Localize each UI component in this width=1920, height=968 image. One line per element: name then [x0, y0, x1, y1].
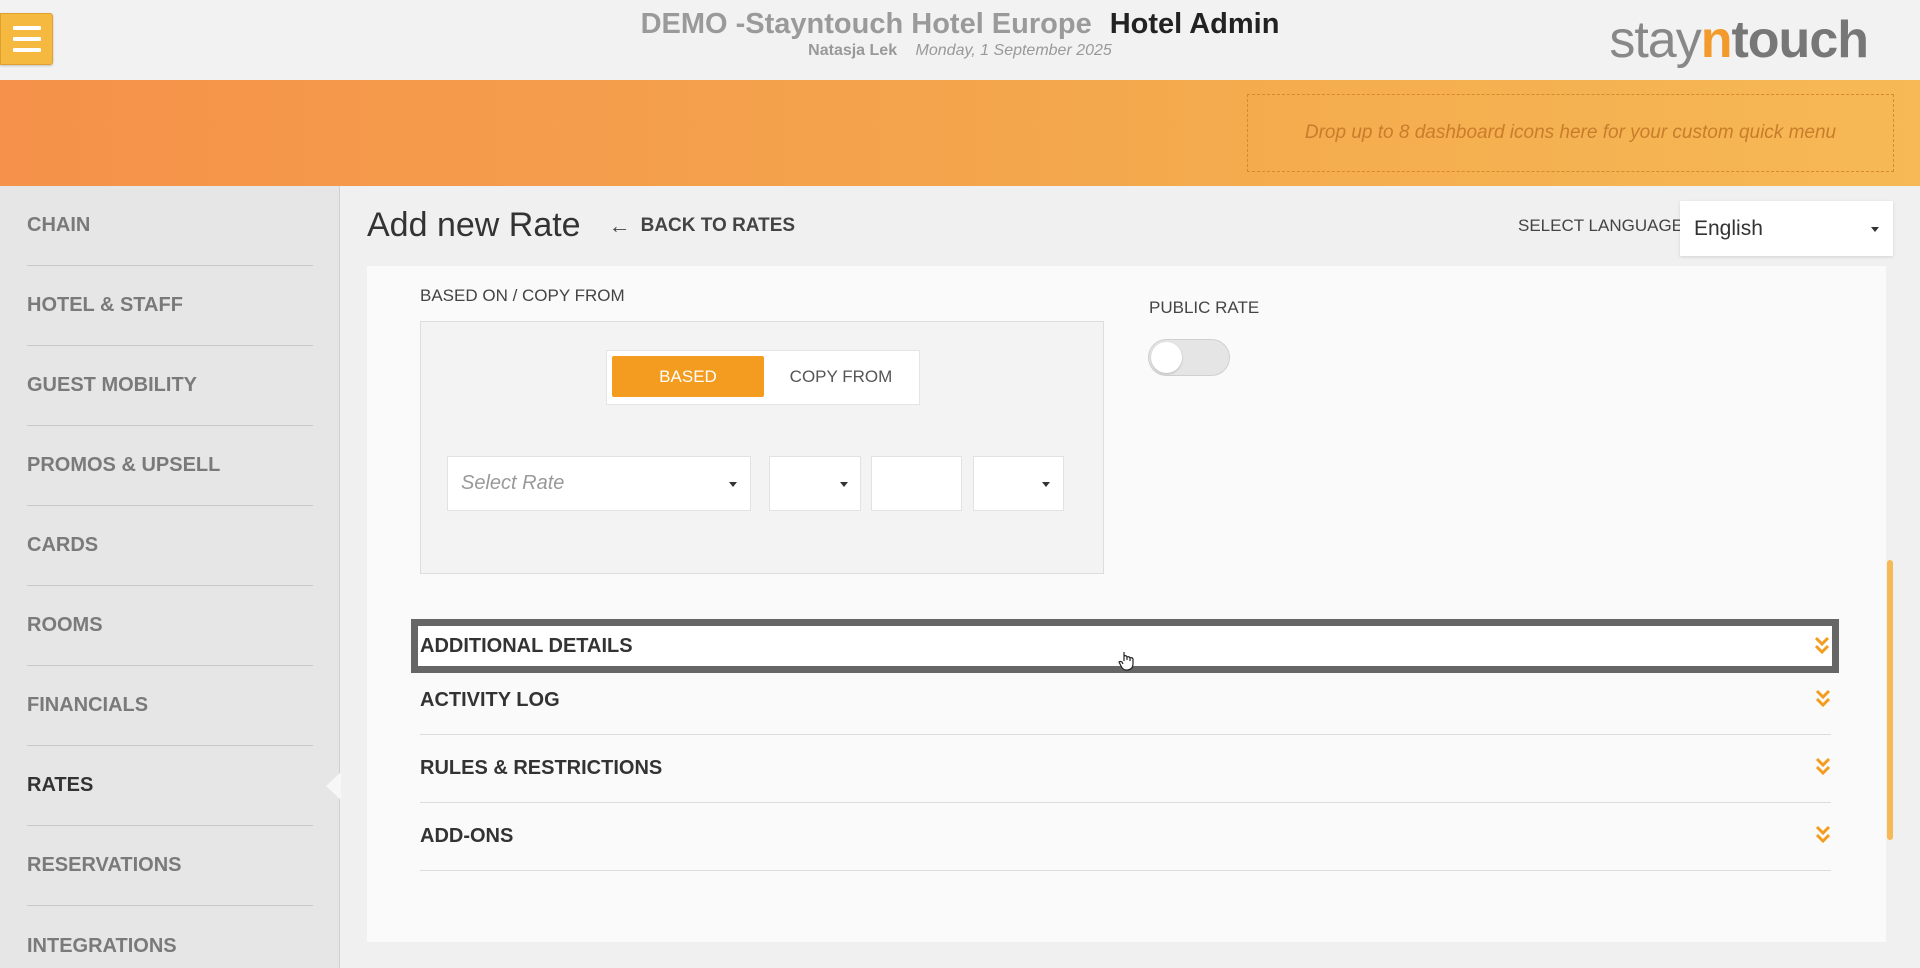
- public-rate-toggle[interactable]: [1148, 339, 1230, 376]
- accordion-label: ACTIVITY LOG: [420, 689, 560, 711]
- select-rate-placeholder: Select Rate: [461, 472, 565, 494]
- hand-cursor-icon: [1118, 652, 1134, 671]
- sidebar-item-chain[interactable]: CHAIN: [27, 186, 313, 266]
- double-chevron-down-icon: [1815, 825, 1831, 844]
- hotel-name: DEMO -Stayntouch Hotel Europe: [640, 8, 1092, 40]
- caret-down-icon: [729, 482, 737, 487]
- accordion-add-ons[interactable]: ADD-ONS: [420, 803, 1831, 871]
- amount-type-dropdown[interactable]: [973, 456, 1064, 511]
- sidebar-item-reservations[interactable]: RESERVATIONS: [27, 826, 313, 906]
- based-on-label: BASED ON / COPY FROM: [420, 286, 625, 305]
- based-button[interactable]: BASED: [612, 356, 764, 397]
- back-to-rates-label: BACK TO RATES: [640, 214, 796, 236]
- select-rate-dropdown[interactable]: Select Rate: [447, 456, 751, 511]
- scrollbar-thumb[interactable]: [1887, 560, 1893, 840]
- sidebar-item-financials[interactable]: FINANCIALS: [27, 666, 313, 746]
- back-to-rates-link[interactable]: ← BACK TO RATES: [609, 213, 795, 239]
- language-value: English: [1694, 216, 1763, 240]
- accordion-label: ADD-ONS: [420, 825, 514, 847]
- sidebar: CHAIN HOTEL & STAFF GUEST MOBILITY PROMO…: [0, 186, 341, 968]
- stayntouch-logo: stayntouch: [1609, 11, 1869, 69]
- language-select[interactable]: English: [1680, 201, 1893, 256]
- based-copy-toggle: BASED COPY FROM: [606, 350, 920, 405]
- page-title: Add new Rate: [367, 206, 581, 244]
- caret-down-icon: [840, 482, 848, 487]
- app-name: Hotel Admin: [1109, 8, 1280, 40]
- sidebar-item-rooms[interactable]: ROOMS: [27, 586, 313, 666]
- sidebar-item-hotel-staff[interactable]: HOTEL & STAFF: [27, 266, 313, 346]
- sidebar-item-rates[interactable]: RATES: [27, 746, 313, 826]
- business-date: Monday, 1 September 2025: [915, 42, 1112, 59]
- quick-menu-bar: Drop up to 8 dashboard icons here for yo…: [0, 80, 1920, 186]
- accordion-label: ADDITIONAL DETAILS: [420, 634, 633, 657]
- active-item-pointer: [326, 772, 341, 800]
- double-chevron-down-icon: [1815, 689, 1831, 708]
- operator-dropdown[interactable]: [769, 456, 861, 511]
- sidebar-item-promos-upsell[interactable]: PROMOS & UPSELL: [27, 426, 313, 506]
- accordion-label: RULES & RESTRICTIONS: [420, 757, 663, 779]
- sidebar-item-cards[interactable]: CARDS: [27, 506, 313, 586]
- public-rate-label: PUBLIC RATE: [1149, 298, 1260, 317]
- select-language-label: SELECT LANGUAGE: [1518, 216, 1684, 235]
- sidebar-item-integrations[interactable]: INTEGRATIONS: [27, 906, 313, 968]
- main-panel: Add new Rate ← BACK TO RATES SELECT LANG…: [341, 186, 1920, 968]
- caret-down-icon: [1871, 227, 1879, 232]
- accordion-rules-restrictions[interactable]: RULES & RESTRICTIONS: [420, 735, 1831, 803]
- caret-down-icon: [1042, 482, 1050, 487]
- toggle-knob: [1151, 342, 1182, 373]
- double-chevron-down-icon: [1815, 757, 1831, 776]
- based-on-box: BASED COPY FROM Select Rate: [420, 321, 1104, 574]
- top-header: DEMO -Stayntouch Hotel Europe Hotel Admin…: [0, 0, 1920, 80]
- double-chevron-down-icon: [1814, 636, 1830, 655]
- copy-from-button[interactable]: COPY FROM: [767, 356, 915, 397]
- user-name: Natasja Lek: [808, 42, 898, 59]
- sidebar-item-guest-mobility[interactable]: GUEST MOBILITY: [27, 346, 313, 426]
- rate-form: BASED ON / COPY FROM BASED COPY FROM Sel…: [367, 266, 1886, 942]
- arrow-left-icon: ←: [608, 212, 631, 238]
- quick-menu-dropzone[interactable]: Drop up to 8 dashboard icons here for yo…: [1247, 94, 1894, 172]
- amount-input[interactable]: [871, 456, 962, 511]
- accordion-activity-log[interactable]: ACTIVITY LOG: [420, 667, 1831, 735]
